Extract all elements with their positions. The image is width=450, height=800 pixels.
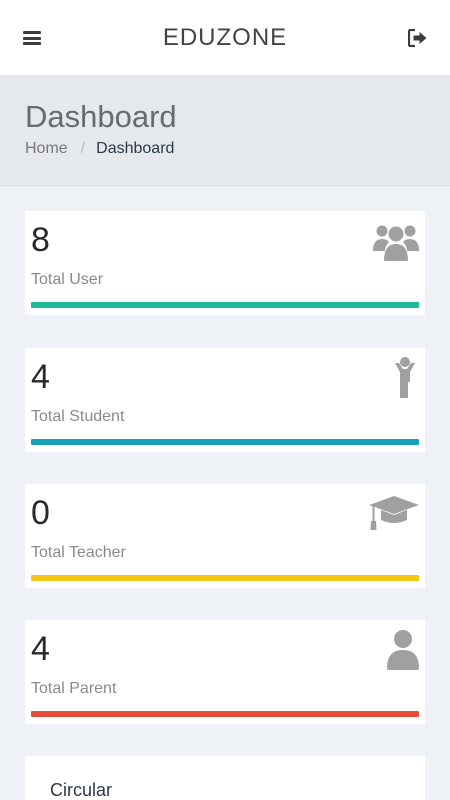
top-navbar: EDUZONE <box>0 0 450 75</box>
stat-progress-bar <box>31 439 419 445</box>
breadcrumb-home-link[interactable]: Home <box>25 140 68 158</box>
logout-button[interactable] <box>402 22 434 54</box>
sign-out-icon <box>408 29 427 47</box>
stat-progress-bar <box>31 302 419 308</box>
hamburger-menu-icon <box>23 31 41 45</box>
page-header: Dashboard Home / Dashboard <box>0 75 450 186</box>
stat-value: 4 <box>31 630 50 668</box>
stat-value: 0 <box>31 494 50 532</box>
users-group-icon <box>373 225 419 261</box>
breadcrumb-current: Dashboard <box>96 140 175 157</box>
stat-progress-bar <box>31 575 419 581</box>
stat-progress-bar <box>31 711 419 717</box>
stat-label: Total Teacher <box>31 544 126 561</box>
stat-label: Total Student <box>31 408 125 425</box>
stat-label: Total User <box>31 271 104 288</box>
app-title: EDUZONE <box>162 24 288 51</box>
breadcrumb: Home / Dashboard <box>25 140 174 158</box>
graduation-cap-icon <box>369 496 419 530</box>
stat-card-total-teacher[interactable]: 0 Total Teacher <box>25 484 425 588</box>
stat-card-total-parent[interactable]: 4 Total Parent <box>25 620 425 724</box>
child-icon <box>395 357 415 398</box>
stat-label: Total Parent <box>31 680 117 697</box>
stat-value: 8 <box>31 221 50 259</box>
menu-button[interactable] <box>16 22 48 54</box>
user-icon <box>387 630 419 670</box>
stat-value: 4 <box>31 358 50 396</box>
page-title: Dashboard <box>25 99 177 134</box>
breadcrumb-separator: / <box>80 140 86 157</box>
stat-card-total-student[interactable]: 4 Total Student <box>25 348 425 452</box>
circular-title: Circular <box>50 780 113 800</box>
circular-card: Circular <box>25 756 425 800</box>
stat-card-total-user[interactable]: 8 Total User <box>25 211 425 315</box>
